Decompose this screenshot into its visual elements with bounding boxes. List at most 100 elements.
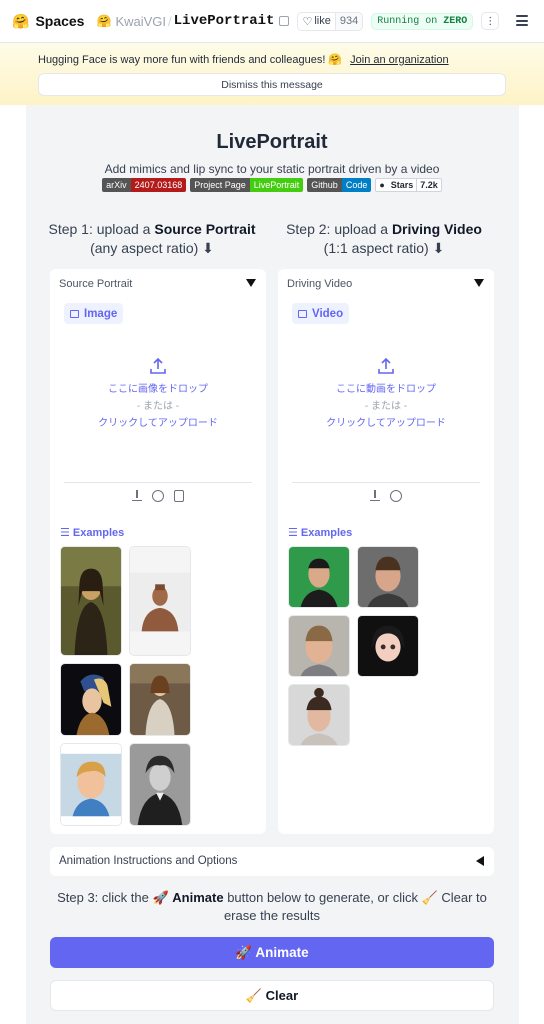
driving-video-label: Driving Video xyxy=(287,278,353,290)
image-tab-label: Image xyxy=(84,307,118,320)
step1-heading: Step 1: upload a Source Portrait (any as… xyxy=(32,220,272,258)
face-thumbnail-icon xyxy=(358,616,418,676)
face-thumbnail-icon xyxy=(289,616,349,676)
owner-link[interactable]: KwaiVGI xyxy=(115,14,166,29)
click-upload-text: クリックしてアップロード xyxy=(98,418,218,429)
path-separator: / xyxy=(168,13,172,29)
like-count: 934 xyxy=(334,12,363,30)
project-badge-label: Project Page xyxy=(190,178,250,192)
stars-label: Stars xyxy=(390,180,414,190)
github-badge-value: Code xyxy=(341,178,372,192)
video-tab-label: Video xyxy=(312,307,344,320)
source-example-mona-lisa[interactable] xyxy=(60,546,122,656)
source-example-terracotta[interactable] xyxy=(129,546,191,656)
portrait-thumbnail-icon xyxy=(61,744,121,825)
driving-example-1[interactable] xyxy=(288,546,350,608)
running-status-badge[interactable]: Running on ZERO xyxy=(371,12,474,30)
face-thumbnail-icon xyxy=(289,685,349,745)
project-page-badge[interactable]: Project Page LivePortrait xyxy=(190,178,304,192)
step3-prefix: Step 3: click the 🚀 xyxy=(57,890,173,905)
divider xyxy=(64,482,252,483)
page-title: LivePortrait xyxy=(216,131,328,153)
banner-text: Hugging Face is way more fun with friend… xyxy=(38,54,343,66)
top-navbar: 🤗 Spaces 🤗 KwaiVGI / LivePortrait ♡ like … xyxy=(0,0,544,43)
step2-heading: Step 2: upload a Driving Video (1:1 aspe… xyxy=(264,220,504,258)
step3-bold: Animate xyxy=(172,890,224,905)
image-icon xyxy=(70,309,79,318)
like-button[interactable]: ♡ like 934 xyxy=(297,11,364,31)
divider xyxy=(292,482,480,483)
step1-prefix: Step 1: upload a xyxy=(48,221,155,237)
running-prefix: Running on xyxy=(377,15,444,27)
source-buttons xyxy=(278,490,494,502)
video-icon xyxy=(298,309,307,318)
hugging-face-logo-icon[interactable]: 🤗 xyxy=(12,13,29,30)
arxiv-badge-id: 2407.03168 xyxy=(130,178,187,192)
repo-name-link[interactable]: LivePortrait xyxy=(174,13,275,29)
join-organization-link[interactable]: Join an organization xyxy=(350,54,448,66)
banner-message: Hugging Face is way more fun with friend… xyxy=(38,53,449,66)
drop-text: ここに動画をドロップ xyxy=(336,384,436,395)
animate-button[interactable]: 🚀 Animate xyxy=(50,937,494,968)
upload-icon xyxy=(150,357,166,374)
video-drop-zone[interactable]: ここに動画をドロップ - または - クリックしてアップロード xyxy=(292,357,480,432)
examples-text: Examples xyxy=(300,527,353,539)
click-upload-text: クリックしてアップロード xyxy=(326,418,446,429)
source-example-girl-painting[interactable] xyxy=(129,663,191,736)
driving-example-3[interactable] xyxy=(288,615,350,677)
github-icon: ● xyxy=(379,180,385,190)
webcam-icon[interactable] xyxy=(152,490,164,502)
source-examples-label: ☰ Examples xyxy=(60,526,124,539)
copy-icon[interactable] xyxy=(279,16,290,26)
source-example-einstein[interactable] xyxy=(129,743,191,826)
github-stars-badge[interactable]: ● Stars 7.2k xyxy=(375,178,442,192)
hamburger-menu-icon[interactable] xyxy=(516,15,528,26)
list-icon: ☰ xyxy=(288,527,301,539)
examples-text: Examples xyxy=(72,527,125,539)
dismiss-message-button[interactable]: Dismiss this message xyxy=(38,73,506,96)
portrait-thumbnail-icon xyxy=(130,547,190,655)
clipboard-icon[interactable] xyxy=(174,490,184,502)
list-icon: ☰ xyxy=(60,527,73,539)
image-drop-zone[interactable]: ここに画像をドロップ - または - クリックしてアップロード xyxy=(64,357,252,432)
source-example-pearl-earring[interactable] xyxy=(60,663,122,736)
driving-examples-label: ☰ Examples xyxy=(288,526,352,539)
step1-bold: Source Portrait xyxy=(154,221,256,237)
step3-instructions: Step 3: click the 🚀 Animate button below… xyxy=(50,889,494,925)
webcam-icon[interactable] xyxy=(390,490,402,502)
portrait-thumbnail-icon xyxy=(130,744,190,825)
spaces-link[interactable]: Spaces xyxy=(35,13,84,29)
options-label: Animation Instructions and Options xyxy=(59,855,238,867)
animation-options-accordion[interactable]: Animation Instructions and Options xyxy=(50,847,494,876)
upload-source-icon[interactable] xyxy=(370,490,380,501)
github-badge-label: Github xyxy=(307,178,342,192)
clear-button[interactable]: 🧹 Clear xyxy=(50,980,494,1011)
like-label-wrap: ♡ like xyxy=(298,15,334,28)
drop-or-text: - または - xyxy=(136,401,180,412)
page-subtitle: Add mimics and lip sync to your static p… xyxy=(104,162,440,176)
expand-caret-icon[interactable] xyxy=(476,856,484,866)
running-hardware: ZERO xyxy=(443,15,468,27)
image-tab[interactable]: Image xyxy=(64,303,124,324)
upload-source-icon[interactable] xyxy=(132,490,142,501)
arxiv-badge-label: arXiv xyxy=(102,178,131,192)
source-portrait-label: Source Portrait xyxy=(59,278,133,290)
driving-example-5[interactable] xyxy=(288,684,350,746)
drop-text: ここに画像をドロップ xyxy=(108,384,208,395)
source-buttons xyxy=(50,490,266,502)
collapse-caret-icon[interactable] xyxy=(246,279,256,287)
face-thumbnail-icon xyxy=(289,547,349,607)
more-options-icon[interactable]: ⋮ xyxy=(481,12,500,30)
collapse-caret-icon[interactable] xyxy=(474,279,484,287)
owner-avatar-icon: 🤗 xyxy=(96,14,112,28)
github-code-badge[interactable]: Github Code xyxy=(307,178,372,192)
step3-suffix: button below to generate, or click 🧹 Cle… xyxy=(223,890,487,923)
video-tab[interactable]: Video xyxy=(292,303,350,324)
step2-bold: Driving Video xyxy=(391,221,482,237)
driving-example-2[interactable] xyxy=(357,546,419,608)
source-example-cartoon-boy[interactable] xyxy=(60,743,122,826)
arxiv-badge[interactable]: arXiv 2407.03168 xyxy=(102,178,187,192)
upload-icon xyxy=(378,357,394,374)
driving-example-4[interactable] xyxy=(357,615,419,677)
stars-count: 7.2k xyxy=(416,179,441,191)
